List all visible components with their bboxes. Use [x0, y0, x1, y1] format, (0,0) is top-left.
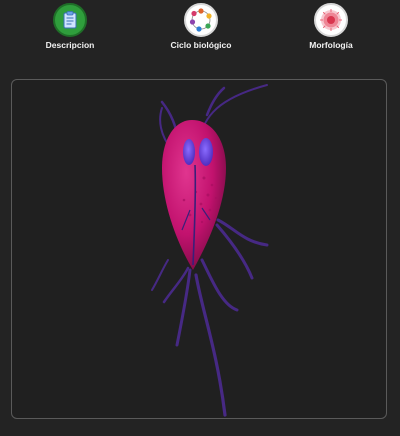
clipboard-icon[interactable] [53, 3, 87, 37]
nav-label-descripcion[interactable]: Descripcion [46, 40, 95, 50]
top-navigation: Descripcion Ciclo biológico Morfología [0, 0, 400, 56]
nav-item-ciclo-biologico[interactable]: Ciclo biológico [146, 3, 256, 50]
nav-item-descripcion[interactable]: Descripcion [15, 3, 125, 50]
nucleus-left [183, 139, 195, 165]
app-root: Descripcion Ciclo biológico Morfología [0, 0, 400, 436]
cell-icon[interactable] [314, 3, 348, 37]
model-viewer[interactable] [11, 79, 387, 419]
lifecycle-icon[interactable] [184, 3, 218, 37]
nav-label-morfologia[interactable]: Morfología [309, 40, 352, 50]
nav-label-ciclo-biologico[interactable]: Ciclo biológico [171, 40, 232, 50]
giardia-3d-model[interactable] [12, 80, 387, 419]
nav-item-morfologia[interactable]: Morfología [276, 3, 386, 50]
nucleus-right [199, 138, 213, 166]
